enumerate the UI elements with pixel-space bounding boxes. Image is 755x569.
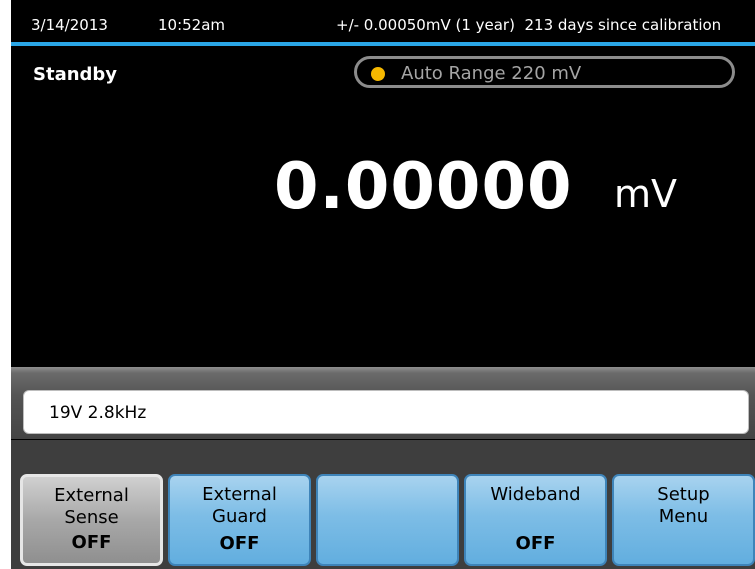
softkey-label bbox=[318, 484, 457, 506]
range-label: Auto Range 220 mV bbox=[401, 63, 582, 84]
status-time: 10:52am bbox=[158, 16, 226, 34]
softkey-label: External Guard bbox=[170, 484, 309, 528]
instrument-screen: 3/14/2013 10:52am +/- 0.00050mV (1 year)… bbox=[11, 0, 755, 569]
external-sense-softkey[interactable]: External Sense OFF bbox=[20, 474, 163, 566]
secondary-value: 19V 2.8kHz bbox=[49, 403, 147, 423]
status-bar: 3/14/2013 10:52am +/- 0.00050mV (1 year)… bbox=[11, 0, 755, 42]
softkey-label: External Sense bbox=[23, 485, 160, 529]
external-guard-softkey[interactable]: External Guard OFF bbox=[168, 474, 311, 566]
range-indicator[interactable]: Auto Range 220 mV bbox=[354, 56, 735, 88]
softkey-label-line2: Sense bbox=[64, 507, 119, 528]
softkey-label-line1: Wideband bbox=[490, 484, 581, 505]
softkey-label-line1: Setup bbox=[657, 484, 710, 505]
mode-label: Standby bbox=[33, 64, 118, 85]
primary-reading: 0.00000 bbox=[274, 150, 573, 224]
softkey-state: OFF bbox=[515, 533, 556, 554]
softkey-label: Setup Menu bbox=[614, 484, 753, 528]
softkey-state: OFF bbox=[71, 532, 112, 553]
softkey-label-line1: External bbox=[54, 485, 129, 506]
wideband-softkey[interactable]: Wideband OFF bbox=[464, 474, 607, 566]
softkey-label-line2: Menu bbox=[658, 506, 709, 527]
setup-menu-softkey[interactable]: Setup Menu bbox=[612, 474, 755, 566]
blank-softkey[interactable] bbox=[316, 474, 459, 566]
status-date: 3/14/2013 bbox=[31, 16, 108, 34]
secondary-display-field[interactable]: 19V 2.8kHz bbox=[23, 390, 749, 434]
softkey-label: Wideband bbox=[466, 484, 605, 506]
reading-unit: mV bbox=[614, 172, 678, 216]
softkey-label-line1: External bbox=[202, 484, 277, 505]
calibration-info: +/- 0.00050mV (1 year) 213 days since ca… bbox=[336, 16, 722, 34]
range-status-dot-icon bbox=[371, 67, 385, 81]
softkey-state: OFF bbox=[219, 533, 260, 554]
status-divider bbox=[11, 42, 755, 46]
softkey-label-line2: Guard bbox=[212, 506, 267, 527]
